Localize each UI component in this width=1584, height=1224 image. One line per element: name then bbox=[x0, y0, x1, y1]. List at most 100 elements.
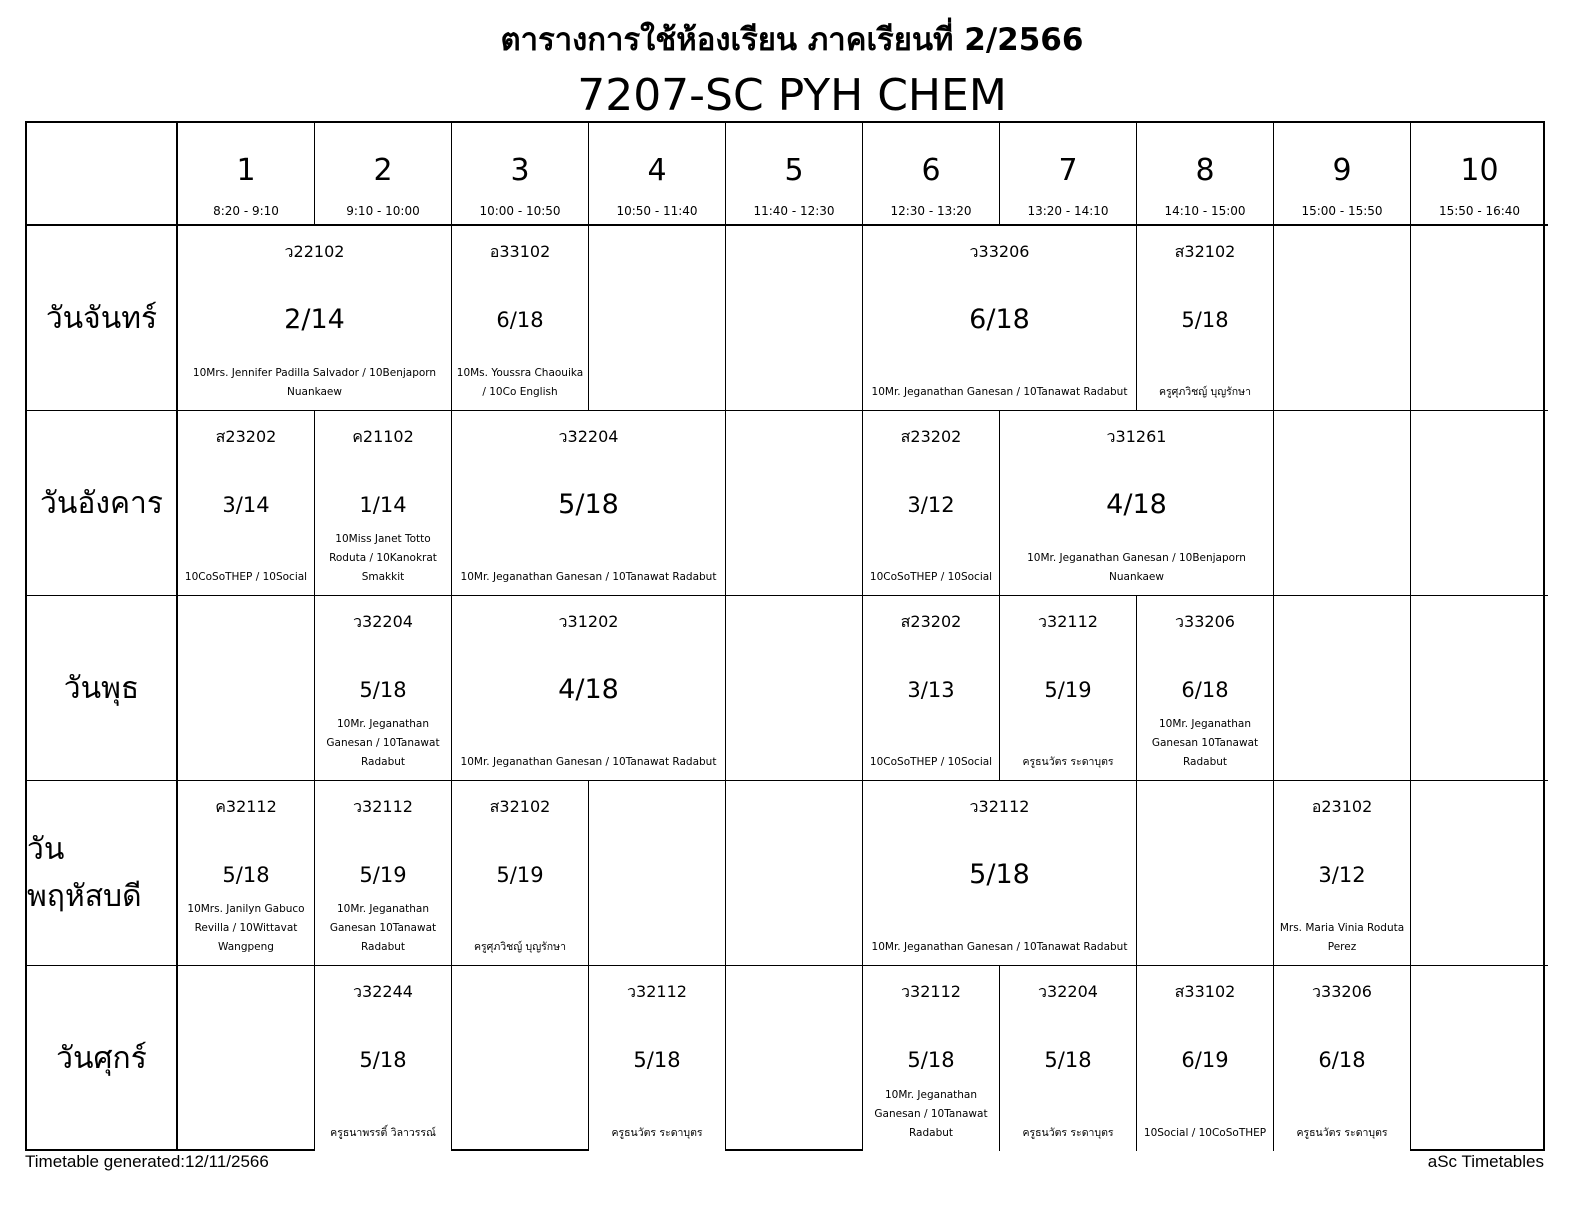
lesson-cell[interactable]: ค32112 5/18 10Mrs. Janilyn Gabuco Revilla … bbox=[178, 781, 315, 966]
period-header: 1 8:20 - 9:10 bbox=[178, 123, 315, 226]
lesson-subject: ว32112 bbox=[353, 797, 413, 816]
lesson-subject: ว32244 bbox=[353, 982, 413, 1001]
lesson-cell[interactable]: ว22102 2/14 10Mrs. Jennifer Padilla Salvad… bbox=[178, 226, 452, 411]
empty-slot bbox=[178, 596, 315, 781]
lesson-cell[interactable]: ว31202 4/18 10Mr. Jeganathan Ganesan / 10T… bbox=[452, 596, 726, 781]
lesson-cell[interactable]: ค21102 1/14 10Miss Janet Totto Roduta / 10… bbox=[315, 411, 452, 596]
period-header: 5 11:40 - 12:30 bbox=[726, 123, 863, 226]
lesson-teacher: 10Mr. Jeganathan Ganesan / 10Tanawat Rad… bbox=[871, 386, 1128, 398]
lesson-subject: ว32112 bbox=[627, 982, 687, 1001]
empty-slot bbox=[1411, 411, 1548, 596]
period-number: 1 bbox=[236, 153, 256, 188]
lesson-teacher: 10Mr. Jeganathan Ganesan 10Tanawat Radab… bbox=[329, 903, 437, 953]
lesson-teacher: ครูศุภวิชญ์ บุญรักษา bbox=[474, 941, 566, 953]
lesson-cell[interactable]: ว33206 6/18 10Mr. Jeganathan Ganesan / 10T… bbox=[863, 226, 1137, 411]
lesson-teacher: 10Ms. Youssra Chaouika / 10Co English bbox=[456, 367, 584, 398]
lesson-class: 5/18 bbox=[1181, 308, 1229, 332]
lesson-cell[interactable]: ว32204 5/18 ครูธนวัตร ระดาบุตร bbox=[1000, 966, 1137, 1151]
lesson-cell[interactable]: ส32102 5/19 ครูศุภวิชญ์ บุญรักษา bbox=[452, 781, 589, 966]
period-number: 6 bbox=[921, 153, 941, 188]
lesson-class: 3/12 bbox=[1318, 863, 1366, 887]
period-header: 3 10:00 - 10:50 bbox=[452, 123, 589, 226]
period-header: 9 15:00 - 15:50 bbox=[1274, 123, 1411, 226]
lesson-subject: ว32204 bbox=[353, 612, 413, 631]
lesson-cell[interactable]: ส23202 3/14 10CoSoTHEP / 10Social bbox=[178, 411, 315, 596]
lesson-teacher: 10Social / 10CoSoTHEP bbox=[1143, 1127, 1267, 1139]
empty-slot bbox=[1274, 226, 1411, 411]
lesson-cell[interactable]: ส23202 3/13 10CoSoTHEP / 10Social bbox=[863, 596, 1000, 781]
room-name: 7207-SC PYH CHEM bbox=[577, 70, 1007, 121]
period-number: 9 bbox=[1332, 153, 1352, 188]
lesson-class: 3/13 bbox=[907, 678, 955, 702]
lesson-subject: ค32112 bbox=[215, 797, 277, 816]
empty-slot bbox=[178, 966, 315, 1151]
empty-slot bbox=[1411, 966, 1548, 1151]
lesson-cell[interactable]: ว32112 5/18 10Mr. Jeganathan Ganesan / 10T… bbox=[863, 781, 1137, 966]
lesson-subject: ว33206 bbox=[969, 242, 1030, 261]
lesson-teacher: ครูธนวัตร ระดาบุตร bbox=[1022, 1127, 1114, 1139]
lesson-cell[interactable]: ว32244 5/18 ครูธนาพรรติ์ วิลาวรรณ์ bbox=[315, 966, 452, 1151]
lesson-cell[interactable]: ส32102 5/18 ครูศุภวิชญ์ บุญรักษา bbox=[1137, 226, 1274, 411]
empty-slot bbox=[726, 411, 863, 596]
lesson-subject: อ23102 bbox=[1311, 797, 1373, 816]
lesson-teacher: ครูธนวัตร ระดาบุตร bbox=[1022, 756, 1114, 768]
lesson-cell[interactable]: ว33206 6/18 ครูธนวัตร ระดาบุตร bbox=[1274, 966, 1411, 1151]
empty-slot bbox=[1411, 226, 1548, 411]
lesson-cell[interactable]: ว33206 6/18 10Mr. Jeganathan Ganesan 10Tan… bbox=[1137, 596, 1274, 781]
lesson-cell[interactable]: ส23202 3/12 10CoSoTHEP / 10Social bbox=[863, 411, 1000, 596]
lesson-teacher: 10Mr. Jeganathan Ganesan / 10Tanawat Rad… bbox=[460, 756, 717, 768]
lesson-cell[interactable]: ส33102 6/19 10Social / 10CoSoTHEP bbox=[1137, 966, 1274, 1151]
lesson-subject: อ33102 bbox=[489, 242, 551, 261]
lesson-subject: ส23202 bbox=[900, 427, 962, 446]
lesson-class: 5/18 bbox=[633, 1048, 681, 1072]
timetable-grid: 1 8:20 - 9:10 2 9:10 - 10:00 3 10:00 - 10:50 4… bbox=[25, 121, 1548, 1151]
lesson-subject: ส23202 bbox=[900, 612, 962, 631]
lesson-cell[interactable]: ว32204 5/18 10Mr. Jeganathan Ganesan / 10T… bbox=[452, 411, 726, 596]
empty-slot bbox=[1137, 781, 1274, 966]
lesson-subject: ว22102 bbox=[284, 242, 345, 261]
empty-slot bbox=[589, 781, 726, 966]
lesson-class: 3/14 bbox=[222, 493, 270, 517]
lesson-subject: ส32102 bbox=[489, 797, 551, 816]
period-header: 4 10:50 - 11:40 bbox=[589, 123, 726, 226]
lesson-class: 6/18 bbox=[1181, 678, 1229, 702]
day-label: วันศุกร์ bbox=[27, 966, 178, 1151]
lesson-teacher: 10CoSoTHEP / 10Social bbox=[869, 571, 993, 583]
lesson-cell[interactable]: ว32112 5/19 10Mr. Jeganathan Ganesan 10Tan… bbox=[315, 781, 452, 966]
empty-slot bbox=[1274, 411, 1411, 596]
period-number: 2 bbox=[373, 153, 393, 188]
lesson-subject: ส32102 bbox=[1174, 242, 1236, 261]
period-header: 6 12:30 - 13:20 bbox=[863, 123, 1000, 226]
lesson-cell[interactable]: ว32112 5/19 ครูธนวัตร ระดาบุตร bbox=[1000, 596, 1137, 781]
lesson-class: 5/19 bbox=[359, 863, 407, 887]
lesson-class: 6/18 bbox=[1318, 1048, 1366, 1072]
day-label: วันพฤหัสบดี bbox=[27, 781, 178, 966]
period-time: 15:50 - 16:40 bbox=[1438, 204, 1521, 218]
lesson-cell[interactable]: อ33102 6/18 10Ms. Youssra Chaouika / 10Co … bbox=[452, 226, 589, 411]
lesson-cell[interactable]: ว32204 5/18 10Mr. Jeganathan Ganesan / 10T… bbox=[315, 596, 452, 781]
period-number: 8 bbox=[1195, 153, 1215, 188]
lesson-class: 5/18 bbox=[558, 489, 619, 520]
lesson-class: 4/18 bbox=[558, 674, 619, 705]
lesson-class: 5/18 bbox=[359, 1048, 407, 1072]
lesson-class: 5/19 bbox=[1044, 678, 1092, 702]
lesson-cell[interactable]: ว32112 5/18 ครูธนวัตร ระดาบุตร bbox=[589, 966, 726, 1151]
lesson-cell[interactable]: ว32112 5/18 10Mr. Jeganathan Ganesan / 10T… bbox=[863, 966, 1000, 1151]
empty-slot bbox=[589, 226, 726, 411]
lesson-teacher: Mrs. Maria Vinia Roduta Perez bbox=[1279, 922, 1405, 953]
day-label: วันอังคาร bbox=[27, 411, 178, 596]
lesson-cell[interactable]: อ23102 3/12 Mrs. Maria Vinia Roduta Perez bbox=[1274, 781, 1411, 966]
lesson-class: 5/18 bbox=[359, 678, 407, 702]
lesson-cell[interactable]: ว31261 4/18 10Mr. Jeganathan Ganesan / 10B… bbox=[1000, 411, 1274, 596]
period-header: 8 14:10 - 15:00 bbox=[1137, 123, 1274, 226]
lesson-class: 1/14 bbox=[359, 493, 407, 517]
lesson-subject: ส23202 bbox=[215, 427, 277, 446]
period-time: 14:10 - 15:00 bbox=[1164, 204, 1246, 218]
lesson-subject: ส33102 bbox=[1174, 982, 1236, 1001]
period-time: 11:40 - 12:30 bbox=[753, 204, 835, 218]
empty-slot bbox=[726, 596, 863, 781]
lesson-teacher: 10Mr. Jeganathan Ganesan / 10Tanawat Rad… bbox=[326, 718, 440, 768]
empty-slot bbox=[452, 966, 589, 1151]
empty-slot bbox=[1274, 596, 1411, 781]
lesson-teacher: 10Mrs. Janilyn Gabuco Revilla / 10Wittav… bbox=[187, 903, 305, 953]
